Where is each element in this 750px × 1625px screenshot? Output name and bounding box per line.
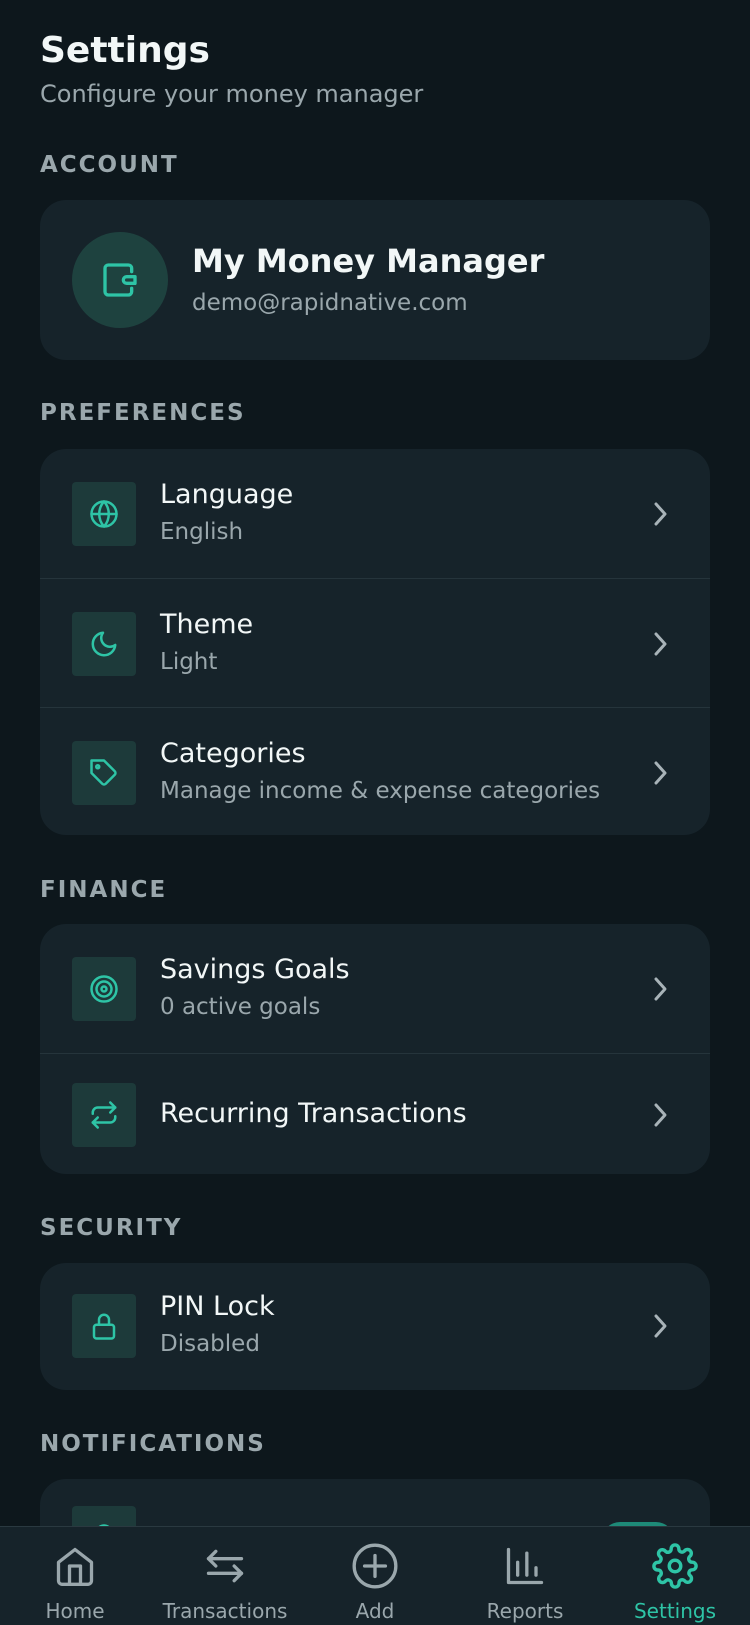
home-icon	[50, 1541, 100, 1591]
savings-goals-value: 0 active goals	[160, 994, 321, 1020]
tab-add-label: Add	[355, 1599, 395, 1623]
bell-icon	[72, 1506, 136, 1526]
settings-row-recurring-transactions[interactable]: Recurring Transactions	[40, 1053, 710, 1174]
settings-row-language[interactable]: Language English	[40, 449, 710, 579]
gear-icon	[650, 1541, 700, 1591]
account-card[interactable]: My Money Manager demo@rapidnative.com	[40, 200, 710, 360]
tab-reports-label: Reports	[486, 1599, 564, 1623]
tab-settings-label: Settings	[633, 1599, 717, 1623]
tab-add[interactable]: Add	[300, 1527, 450, 1625]
settings-row-categories[interactable]: Categories Manage income & expense categ…	[40, 707, 710, 835]
categories-title: Categories	[160, 738, 306, 769]
theme-value: Light	[160, 649, 218, 675]
wallet-icon	[72, 232, 168, 328]
savings-goals-title: Savings Goals	[160, 954, 350, 985]
add-circle-icon	[350, 1541, 400, 1591]
settings-row-pin-lock[interactable]: PIN Lock Disabled	[40, 1263, 710, 1390]
tab-home-label: Home	[45, 1599, 105, 1623]
settings-row-savings-goals[interactable]: Savings Goals 0 active goals	[40, 924, 710, 1054]
transfer-arrows-icon	[200, 1541, 250, 1591]
tab-transactions[interactable]: Transactions	[150, 1527, 300, 1625]
chevron-right-icon	[648, 500, 672, 528]
categories-value: Manage income & expense categories	[160, 778, 601, 804]
chevron-right-icon	[648, 1312, 672, 1340]
chevron-right-icon	[648, 630, 672, 658]
section-label-notifications: NOTIFICATIONS	[40, 1431, 266, 1457]
section-label-finance: FINANCE	[40, 877, 168, 903]
page-subtitle: Configure your money manager	[40, 80, 424, 108]
security-card: PIN Lock Disabled	[40, 1263, 710, 1390]
globe-icon	[72, 482, 136, 546]
theme-title: Theme	[160, 609, 254, 640]
tab-settings[interactable]: Settings	[600, 1527, 750, 1625]
language-title: Language	[160, 479, 294, 510]
chevron-right-icon	[648, 975, 672, 1003]
section-label-preferences: PREFERENCES	[40, 400, 246, 426]
bar-chart-icon	[500, 1541, 550, 1591]
preferences-card: Language English Theme Light Categories …	[40, 449, 710, 835]
pin-lock-title: PIN Lock	[160, 1291, 275, 1322]
account-email: demo@rapidnative.com	[192, 290, 468, 316]
language-value: English	[160, 519, 244, 545]
tab-home[interactable]: Home	[0, 1527, 150, 1625]
tab-transactions-label: Transactions	[162, 1599, 288, 1623]
settings-row-theme[interactable]: Theme Light	[40, 578, 710, 709]
target-icon	[72, 957, 136, 1021]
section-label-account: ACCOUNT	[40, 152, 179, 178]
tab-reports[interactable]: Reports	[450, 1527, 600, 1625]
pin-lock-value: Disabled	[160, 1331, 260, 1357]
bottom-tab-bar: Home Transactions Add Reports Settings	[0, 1526, 750, 1625]
recurring-title: Recurring Transactions	[160, 1098, 467, 1129]
tag-icon	[72, 741, 136, 805]
finance-card: Savings Goals 0 active goals Recurring T…	[40, 924, 710, 1174]
account-name: My Money Manager	[192, 242, 545, 280]
settings-screen: Settings Configure your money manager AC…	[0, 0, 750, 1526]
chevron-right-icon	[648, 1101, 672, 1129]
section-label-security: SECURITY	[40, 1215, 183, 1241]
chevron-right-icon	[648, 759, 672, 787]
lock-icon	[72, 1294, 136, 1358]
repeat-icon	[72, 1083, 136, 1147]
moon-icon	[72, 612, 136, 676]
page-title: Settings	[40, 30, 210, 71]
notifications-card	[40, 1479, 710, 1526]
